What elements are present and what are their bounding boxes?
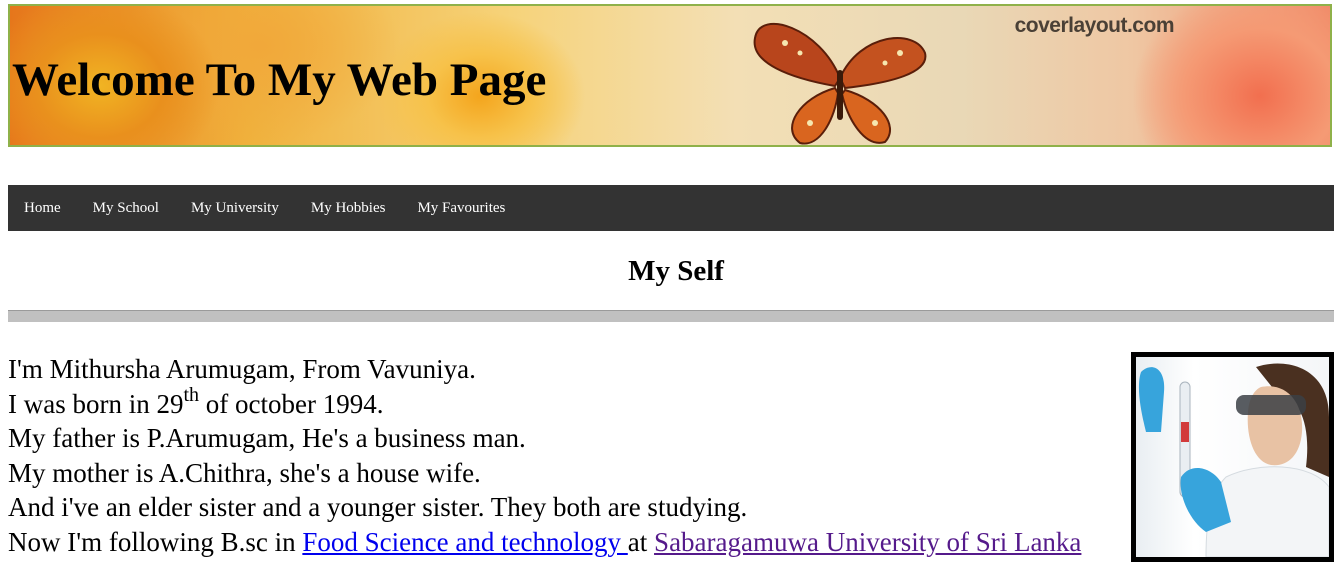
section-title: My Self (628, 255, 724, 287)
page-title: Welcome To My Web Page (12, 54, 547, 106)
nav-item-home[interactable]: Home (8, 185, 77, 231)
main-nav: Home My School My University My Hobbies … (8, 185, 1334, 231)
nav-item-my-school[interactable]: My School (77, 185, 175, 231)
scientist-illustration (1138, 363, 1329, 557)
bio-line-mother: My mother is A.Chithra, she's a house wi… (8, 457, 481, 488)
bio-line-study: Now I'm following B.sc in Food Science a… (8, 525, 1108, 560)
university-link[interactable]: Sabaragamuwa University of Sri Lanka (654, 527, 1081, 557)
bio-text: I'm Mithursha Arumugam, From Vavuniya. I… (8, 352, 1108, 559)
butterfly-image (753, 22, 927, 145)
bio-line-siblings: And i've an elder sister and a younger s… (8, 492, 748, 522)
bio-study-prefix: Now I'm following B.sc in (8, 526, 303, 557)
profile-photo (1131, 352, 1334, 562)
nav-item-my-favourites[interactable]: My Favourites (401, 185, 521, 231)
bio-birth-suffix: of october 1994. (199, 388, 384, 419)
section-divider (8, 310, 1334, 322)
bio-birth-prefix: I was born in 29 (8, 388, 184, 419)
food-science-link[interactable]: Food Science and technology (302, 527, 627, 557)
nav-item-my-university[interactable]: My University (175, 185, 295, 231)
bio-birth-sup: th (183, 383, 200, 406)
nav-item-my-hobbies[interactable]: My Hobbies (295, 185, 402, 231)
scientist-image (1136, 357, 1329, 557)
bio-study-middle: at (627, 526, 655, 557)
bio-line-father: My father is P.Arumugam, He's a business… (8, 423, 526, 453)
bio-line-name: I'm Mithursha Arumugam, From Vavuniya. (8, 354, 476, 384)
header-banner: coverlayout.com Welcome To My Web Page (8, 4, 1332, 147)
bio-line-birth: I was born in 29th of october 1994. (8, 383, 1108, 422)
banner-watermark: coverlayout.com (1014, 14, 1175, 37)
